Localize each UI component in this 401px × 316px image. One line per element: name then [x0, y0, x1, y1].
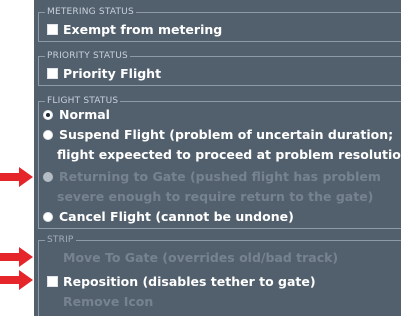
metering-status-title: METERING STATUS [45, 7, 136, 18]
normal-label: Normal [59, 107, 110, 122]
reposition-checkbox[interactable]: Reposition (disables tether to gate) [47, 273, 316, 290]
radio-normal[interactable]: Normal [43, 106, 110, 123]
radio-button[interactable] [43, 129, 53, 140]
radio-suspend-flight[interactable]: Suspend Flight (problem of uncertain dur… [43, 126, 393, 143]
red-arrow-icon-reposition [0, 270, 33, 290]
exempt-from-metering-label: Exempt from metering [63, 22, 223, 37]
red-arrow-icon-move-to-gate [0, 247, 33, 267]
red-arrow-icon-returning [0, 167, 33, 187]
flight-options-panel: METERING STATUS Exempt from metering PRI… [34, 0, 401, 316]
remove-icon-label: Remove Icon [63, 294, 154, 309]
reposition-label: Reposition (disables tether to gate) [63, 274, 316, 289]
radio-button-disabled [43, 171, 53, 182]
move-to-gate-item: Move To Gate (overrides old/bad track) [63, 249, 338, 266]
radio-returning-to-gate: Returning to Gate (pushed flight has pro… [43, 168, 381, 185]
checkbox-box[interactable] [47, 68, 58, 79]
radio-button[interactable] [43, 211, 53, 222]
cancel-flight-label: Cancel Flight (cannot be undone) [59, 209, 294, 224]
exempt-from-metering-checkbox[interactable]: Exempt from metering [47, 21, 222, 38]
returning-to-gate-label-continued: severe enough to require return to the g… [43, 188, 373, 205]
suspend-flight-label-continued: flight expeected to proceed at problem r… [43, 146, 401, 163]
priority-status-title: PRIORITY STATUS [45, 51, 130, 62]
remove-icon-item: Remove Icon [63, 293, 153, 310]
checkbox-box[interactable] [47, 276, 58, 287]
priority-flight-checkbox[interactable]: Priority Flight [47, 65, 161, 82]
metering-status-group: METERING STATUS Exempt from metering [38, 7, 401, 42]
radio-button-selected[interactable] [43, 109, 53, 120]
strip-group: STRIP Move To Gate (overrides old/bad tr… [38, 235, 401, 316]
move-to-gate-label: Move To Gate (overrides old/bad track) [63, 250, 339, 265]
priority-status-group: PRIORITY STATUS Priority Flight [38, 51, 401, 86]
returning-to-gate-label: Returning to Gate (pushed flight has pro… [59, 169, 381, 184]
suspend-flight-label: Suspend Flight (problem of uncertain dur… [59, 127, 394, 142]
returning-to-gate-label-cont: severe enough to require return to the g… [57, 189, 374, 204]
flight-status-group: FLIGHT STATUS Normal Suspend Flight (pro… [38, 96, 401, 229]
checkbox-box[interactable] [47, 24, 58, 35]
suspend-flight-label-cont: flight expeected to proceed at problem r… [57, 147, 401, 162]
priority-flight-label: Priority Flight [63, 66, 162, 81]
radio-cancel-flight[interactable]: Cancel Flight (cannot be undone) [43, 208, 294, 225]
strip-title: STRIP [45, 235, 76, 246]
